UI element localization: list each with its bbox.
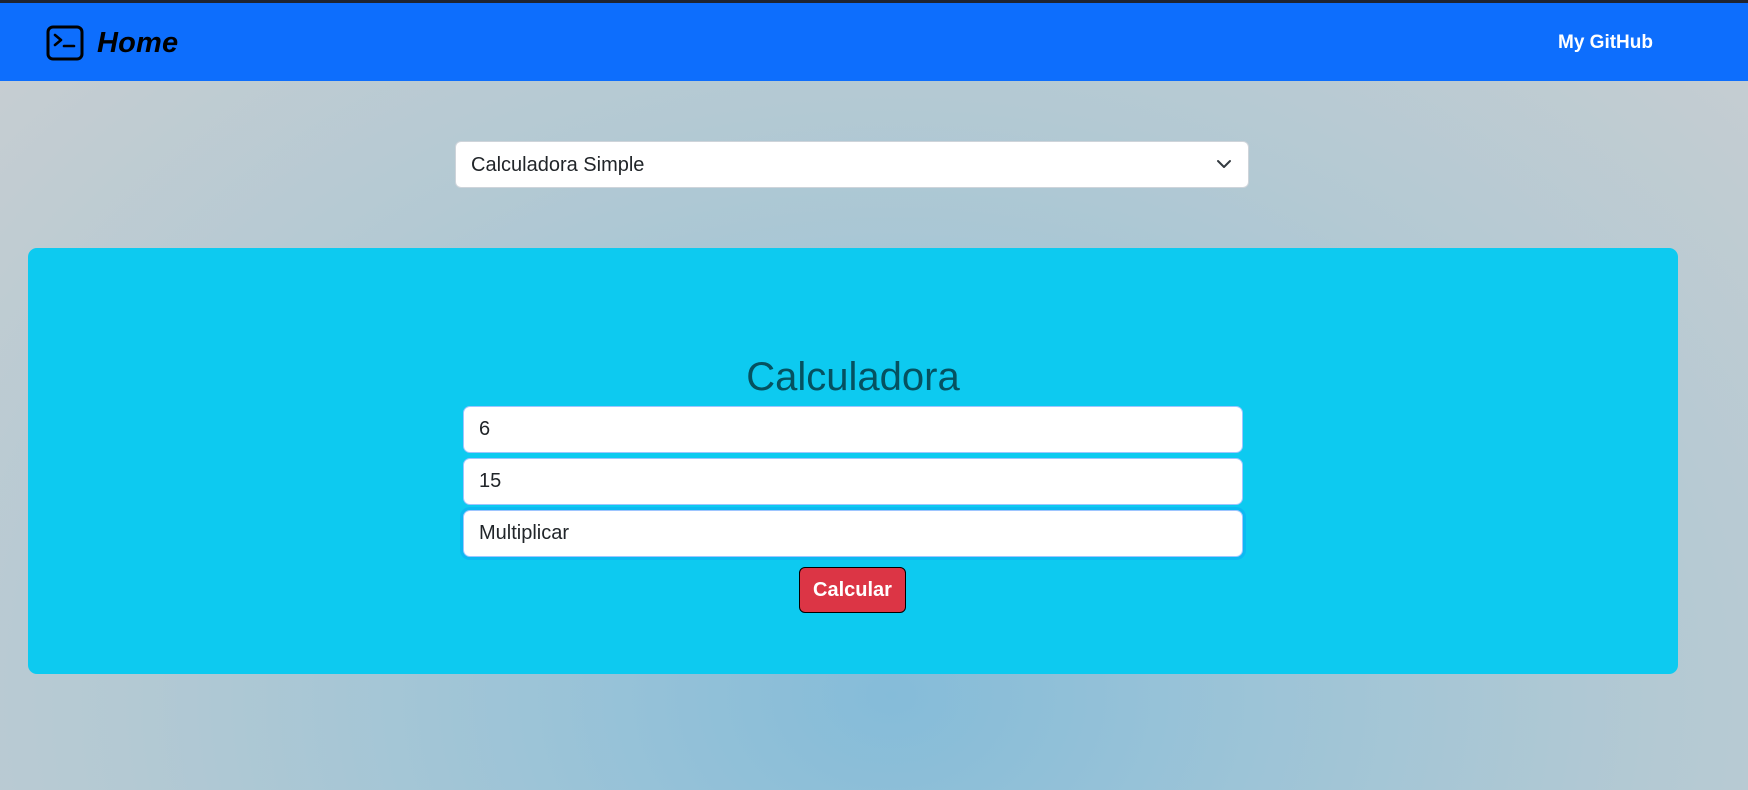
calculate-button[interactable]: Calcular — [799, 567, 906, 613]
github-link[interactable]: My GitHub — [1558, 32, 1653, 54]
brand-label: Home — [97, 26, 179, 59]
first-number-input[interactable] — [463, 406, 1243, 453]
terminal-icon — [46, 25, 84, 61]
second-number-input[interactable] — [463, 458, 1243, 505]
operation-input[interactable] — [463, 510, 1243, 557]
chevron-down-icon — [1217, 160, 1231, 168]
brand-home-link[interactable]: Home — [46, 23, 178, 63]
navbar: Home My GitHub — [0, 3, 1748, 81]
select-value: Calculadora Simple — [471, 154, 645, 176]
calculator-type-select[interactable]: Calculadora Simple — [455, 141, 1249, 188]
calculator-card: Calculadora Calcular — [28, 248, 1678, 674]
calculator-title: Calculadora — [746, 354, 960, 399]
